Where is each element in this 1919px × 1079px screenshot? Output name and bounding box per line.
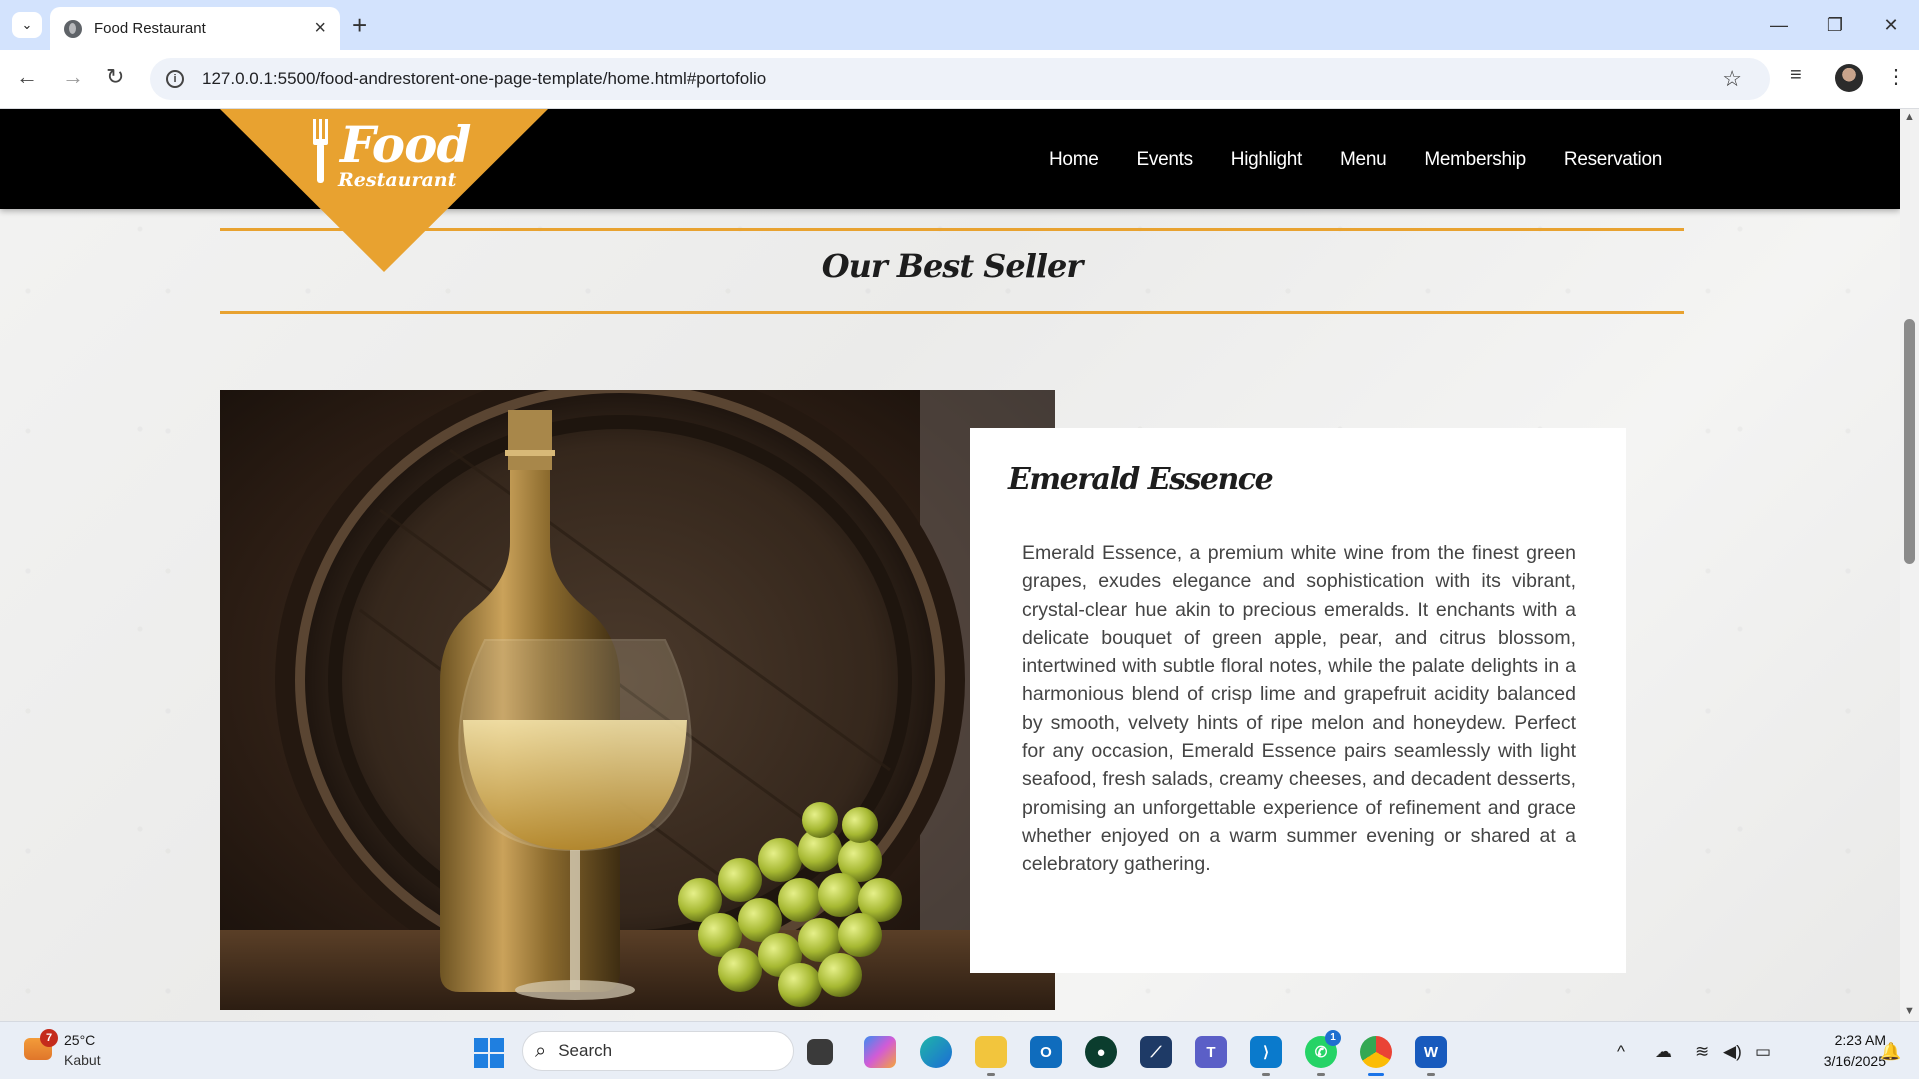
word-icon[interactable]: W xyxy=(1415,1036,1447,1068)
wifi-icon[interactable]: ≋ xyxy=(1695,1042,1709,1062)
close-window-icon[interactable]: ✕ xyxy=(1863,0,1919,50)
site-info-icon[interactable]: i xyxy=(166,70,184,88)
taskbar-search-text: Search xyxy=(558,1041,613,1060)
feature-card: Emerald Essence Emerald Essence, a premi… xyxy=(970,428,1626,973)
taskbar: 7 25°C Kabut ⌕ Search O ● ⟋ T ⟩ ✆ 1 W ^ … xyxy=(0,1021,1919,1079)
taskbar-search[interactable]: ⌕ Search xyxy=(522,1031,794,1071)
whatsapp-indicator xyxy=(1317,1073,1325,1076)
chrome-icon[interactable] xyxy=(1360,1036,1392,1068)
feature-description: Emerald Essence, a premium white wine fr… xyxy=(1022,542,1576,876)
volume-icon[interactable]: ◀) xyxy=(1723,1042,1742,1062)
active-tab[interactable]: Food Restaurant × xyxy=(50,7,340,50)
reload-icon[interactable]: ↻ xyxy=(106,64,124,90)
nav-highlight[interactable]: Highlight xyxy=(1231,149,1303,171)
forward-icon[interactable]: → xyxy=(62,64,84,90)
new-tab-button[interactable]: + xyxy=(352,10,367,41)
clock-date[interactable]: 3/16/2025 xyxy=(1796,1053,1886,1069)
task-view-icon[interactable] xyxy=(807,1039,833,1065)
nav-events[interactable]: Events xyxy=(1137,149,1194,171)
page-viewport: Home Events Highlight Menu Membership Re… xyxy=(0,109,1900,1021)
wine-photo xyxy=(220,390,1055,1010)
weather-badge: 7 xyxy=(40,1029,58,1047)
close-tab-icon[interactable]: × xyxy=(314,17,326,40)
back-icon[interactable]: ← xyxy=(16,64,38,90)
media-control-icon[interactable]: ≡ xyxy=(1790,64,1802,87)
file-explorer-indicator xyxy=(987,1073,995,1076)
profile-avatar[interactable] xyxy=(1835,64,1863,92)
vscode-indicator xyxy=(1262,1073,1270,1076)
outlook-icon[interactable]: O xyxy=(1030,1036,1062,1068)
nav-reservation[interactable]: Reservation xyxy=(1564,149,1662,171)
edge-icon[interactable] xyxy=(920,1036,952,1068)
restore-icon[interactable]: ❐ xyxy=(1807,0,1863,50)
notification-icon[interactable]: 🔔 xyxy=(1880,1042,1901,1062)
browser-menu-icon[interactable]: ⋮ xyxy=(1886,64,1906,89)
chrome-indicator xyxy=(1368,1073,1384,1076)
scroll-thumb[interactable] xyxy=(1904,319,1915,564)
feature-title: Emerald Essence xyxy=(1008,462,1274,497)
address-bar[interactable]: i 127.0.0.1:5500/food-andrestorent-one-p… xyxy=(150,58,1770,100)
mongodb-icon[interactable]: ● xyxy=(1085,1036,1117,1068)
tab-title: Food Restaurant xyxy=(94,20,206,37)
windows-start-icon[interactable] xyxy=(474,1038,504,1068)
weather-temp[interactable]: 25°C xyxy=(64,1032,95,1048)
logo-restaurant-text: Restaurant xyxy=(338,169,457,191)
file-explorer-icon[interactable] xyxy=(975,1036,1007,1068)
app-icon[interactable]: ⟋ xyxy=(1140,1036,1172,1068)
title-rule-bottom xyxy=(220,311,1684,314)
minimize-icon[interactable]: — xyxy=(1751,0,1807,50)
nav-home[interactable]: Home xyxy=(1049,149,1099,171)
weather-condition[interactable]: Kabut xyxy=(64,1052,101,1068)
page-scrollbar[interactable]: ▲ ▼ xyxy=(1900,109,1919,1021)
bookmark-star-icon[interactable]: ☆ xyxy=(1722,66,1742,92)
scroll-up-icon[interactable]: ▲ xyxy=(1904,111,1915,123)
browser-tabstrip: ⌄ Food Restaurant × + — ❐ ✕ xyxy=(0,0,1919,50)
globe-icon xyxy=(64,19,82,38)
logo-food-text: Food xyxy=(340,115,471,174)
clock-time[interactable]: 2:23 AM xyxy=(1796,1032,1886,1048)
battery-icon[interactable]: ▭ xyxy=(1755,1042,1771,1062)
url-text[interactable]: 127.0.0.1:5500/food-andrestorent-one-pag… xyxy=(202,69,766,89)
site-logo[interactable]: Food Restaurant xyxy=(220,109,548,272)
main-nav: Home Events Highlight Menu Membership Re… xyxy=(1049,149,1662,171)
nav-menu[interactable]: Menu xyxy=(1340,149,1387,171)
copilot-icon[interactable] xyxy=(864,1036,896,1068)
teams-icon[interactable]: T xyxy=(1195,1036,1227,1068)
onedrive-status-icon[interactable]: ☁ xyxy=(1655,1042,1672,1062)
tab-search-button[interactable]: ⌄ xyxy=(12,12,42,38)
scroll-down-icon[interactable]: ▼ xyxy=(1904,1005,1915,1017)
search-icon: ⌕ xyxy=(535,1039,547,1062)
word-indicator xyxy=(1427,1073,1435,1076)
tray-overflow-icon[interactable]: ^ xyxy=(1617,1042,1625,1062)
whatsapp-badge: 1 xyxy=(1325,1030,1341,1046)
vscode-icon[interactable]: ⟩ xyxy=(1250,1036,1282,1068)
nav-membership[interactable]: Membership xyxy=(1424,149,1526,171)
